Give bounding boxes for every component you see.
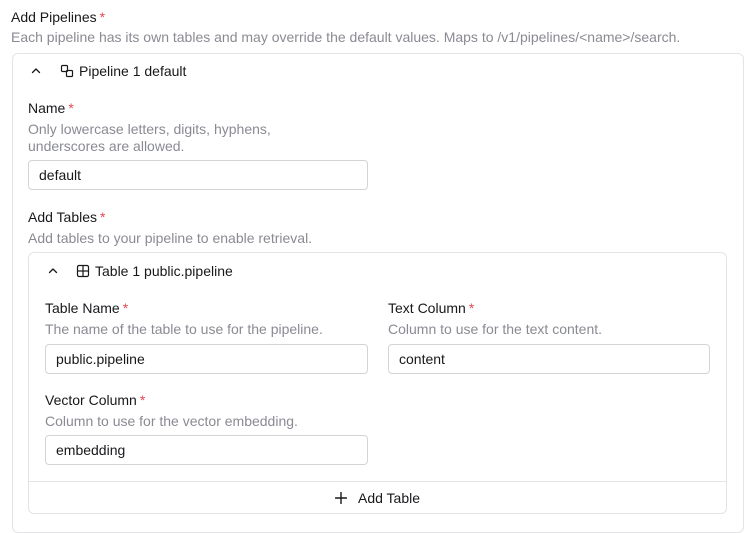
add-table-label: Add Table	[357, 489, 420, 506]
table-header-label: Table 1	[95, 263, 141, 279]
vector-column-label: Vector Column *	[45, 391, 145, 409]
chevron-up-icon[interactable]	[28, 63, 44, 79]
add-pipelines-description: Each pipeline has its own tables and may…	[11, 29, 681, 45]
required-mark: *	[122, 300, 129, 316]
add-pipelines-label: Add Pipelines *	[11, 8, 105, 26]
pipeline-name-input[interactable]	[28, 160, 368, 190]
required-mark: *	[100, 209, 106, 225]
table-name-input[interactable]	[45, 344, 368, 374]
required-mark: *	[68, 100, 74, 116]
pipeline-header[interactable]: Pipeline 1 default	[28, 61, 186, 81]
text-column-input[interactable]	[388, 344, 710, 374]
text-column-label-text: Text Column	[388, 300, 466, 316]
add-tables-description: Add tables to your pipeline to enable re…	[28, 230, 313, 246]
add-tables-label-text: Add Tables	[28, 209, 98, 225]
text-column-label: Text Column *	[388, 299, 474, 317]
text-column-description: Column to use for the text content.	[388, 321, 603, 337]
table-name-description: The name of the table to use for the pip…	[45, 321, 323, 337]
table-card	[28, 252, 727, 514]
required-mark: *	[139, 392, 146, 408]
plus-icon	[334, 491, 347, 504]
table-name-label: Table Name *	[45, 299, 128, 317]
chevron-up-icon[interactable]	[45, 263, 61, 279]
add-table-button[interactable]: Add Table	[29, 481, 726, 513]
required-mark: *	[468, 300, 475, 316]
add-pipelines-label-text: Add Pipelines	[11, 9, 97, 25]
vector-column-label-text: Vector Column	[45, 392, 137, 408]
pipeline-header-name: default	[144, 63, 187, 79]
table-name-label-text: Table Name	[45, 300, 120, 316]
required-mark: *	[99, 9, 106, 25]
table-header[interactable]: Table 1 public.pipeline	[45, 261, 233, 281]
table-icon	[76, 264, 90, 278]
pipeline-icon	[60, 64, 74, 78]
vector-column-input[interactable]	[45, 435, 368, 465]
vector-column-description: Column to use for the vector embedding.	[45, 413, 298, 429]
add-tables-label: Add Tables *	[28, 208, 105, 226]
name-field-label-text: Name	[28, 100, 66, 116]
pipeline-header-label: Pipeline 1	[79, 63, 141, 79]
table-header-name: public.pipeline	[144, 263, 233, 279]
name-field-label: Name *	[28, 99, 74, 117]
name-field-description-line2: underscores are allowed.	[28, 138, 185, 154]
